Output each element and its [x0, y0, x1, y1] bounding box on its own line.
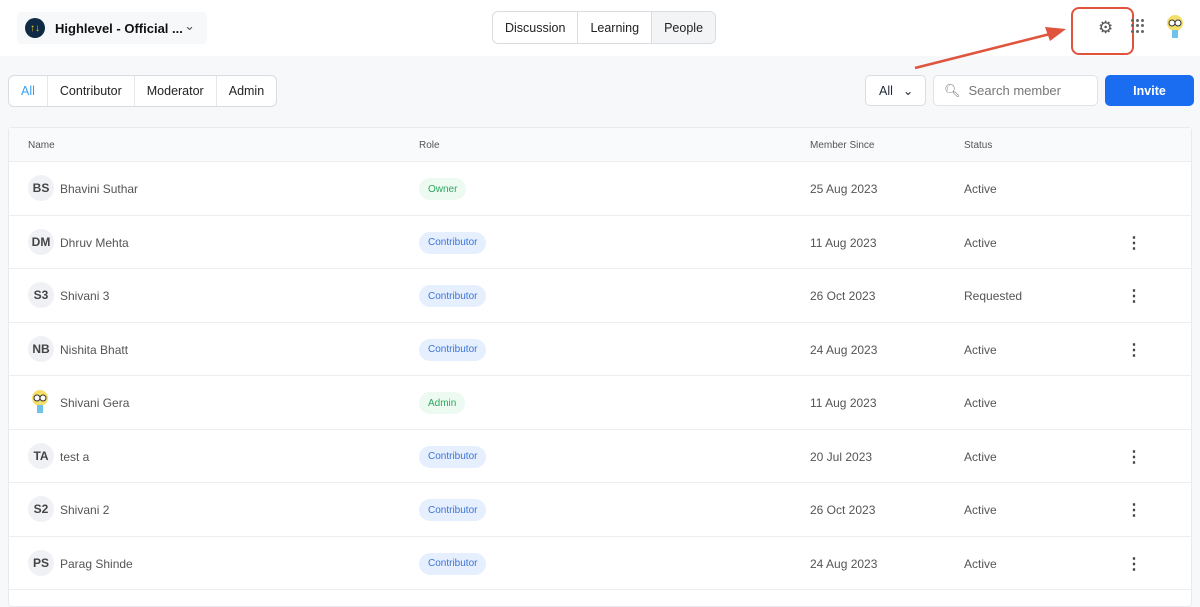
role-badge: Contributor	[419, 231, 487, 254]
role-badge: Contributor	[419, 285, 487, 307]
table-row[interactable]: NB Nishita Bhatt Contributor 24 Aug 2023 …	[9, 323, 1191, 376]
status-select[interactable]: All ⌄	[865, 75, 926, 106]
avatar: NB	[28, 335, 54, 362]
filter-admin[interactable]: Admin	[217, 76, 276, 106]
more-options-icon[interactable]: ⋮	[1126, 500, 1142, 520]
member-status: Active	[964, 449, 997, 464]
member-since: 24 Aug 2023	[810, 556, 878, 571]
member-status: Active	[964, 182, 997, 196]
member-name: Bhavini Suthar	[60, 182, 139, 196]
avatar: S3	[28, 282, 54, 308]
member-since: 11 Aug 2023	[810, 396, 877, 410]
member-since: 11 Aug 2023	[810, 235, 877, 250]
column-member-since: Member Since	[810, 140, 875, 151]
column-status: Status	[964, 140, 993, 151]
member-since: 25 Aug 2023	[810, 182, 878, 196]
member-name: Dhruv Mehta	[60, 235, 129, 250]
member-status: Active	[964, 503, 997, 517]
role-badge: Contributor	[419, 499, 487, 521]
status-select-value: All	[879, 83, 893, 98]
table-row[interactable]: PS Parag Shinde Contributor 24 Aug 2023 A…	[9, 537, 1191, 590]
avatar	[32, 390, 48, 413]
member-since: 24 Aug 2023	[810, 342, 878, 357]
role-badge: Contributor	[419, 338, 487, 361]
member-status: Active	[964, 556, 997, 571]
member-name: Nishita Bhatt	[60, 342, 129, 357]
column-role: Role	[419, 140, 440, 151]
table-row[interactable]: DM Dhruv Mehta Contributor 11 Aug 2023 Ac…	[9, 216, 1191, 269]
role-filter: All Contributor Moderator Admin	[8, 75, 278, 107]
member-status: Active	[964, 235, 997, 250]
member-status: Requested	[964, 289, 1023, 303]
avatar: BS	[28, 175, 54, 201]
avatar: S2	[28, 496, 54, 522]
table-row[interactable]: S2 Shivani 2 Contributor 26 Oct 2023 Acti…	[9, 483, 1191, 537]
table-row[interactable]: Shivani Gera Admin 11 Aug 2023 Active	[9, 376, 1191, 430]
role-badge: Admin	[419, 392, 466, 414]
more-options-icon[interactable]: ⋮	[1126, 340, 1142, 360]
role-badge: Owner	[419, 178, 467, 200]
avatar: DM	[28, 228, 54, 255]
member-since: 20 Jul 2023	[810, 449, 873, 464]
avatar: PS	[28, 549, 54, 576]
column-name: Name	[28, 140, 55, 151]
filter-contributor[interactable]: Contributor	[48, 76, 135, 106]
member-since: 26 Oct 2023	[810, 289, 876, 303]
more-options-icon[interactable]: ⋮	[1126, 286, 1142, 306]
search-input[interactable]: 🔍︎ Search member	[933, 75, 1098, 106]
member-name: Parag Shinde	[60, 556, 133, 571]
member-name: test a	[60, 449, 90, 464]
member-name: Shivani Gera	[60, 396, 130, 410]
role-badge: Contributor	[419, 445, 487, 468]
invite-button[interactable]: Invite	[1105, 75, 1194, 106]
member-name: Shivani 2	[60, 503, 110, 517]
avatar: TA	[28, 442, 54, 469]
search-icon: 🔍︎	[944, 82, 961, 98]
table-row[interactable]: S3 Shivani 3 Contributor 26 Oct 2023 Requ…	[9, 269, 1191, 323]
search-placeholder: Search member	[968, 83, 1061, 98]
role-badge: Contributor	[419, 552, 487, 575]
filter-all[interactable]: All	[9, 76, 48, 106]
table-row[interactable]: TA test a Contributor 20 Jul 2023 Active ⋮	[9, 430, 1191, 483]
table-row[interactable]: BS Bhavini Suthar Owner 25 Aug 2023 Activ…	[9, 162, 1191, 216]
more-options-icon[interactable]: ⋮	[1126, 447, 1142, 467]
member-status: Active	[964, 342, 997, 357]
table-header: Name Role Member Since Status	[9, 128, 1191, 162]
member-name: Shivani 3	[60, 289, 110, 303]
chevron-down-icon: ⌄	[902, 84, 914, 98]
more-options-icon[interactable]: ⋮	[1126, 554, 1142, 574]
filter-moderator[interactable]: Moderator	[135, 76, 217, 106]
more-options-icon[interactable]: ⋮	[1126, 233, 1142, 253]
members-table: Name Role Member Since Status BS Bhavini …	[8, 127, 1192, 607]
member-status: Active	[964, 396, 997, 410]
member-since: 26 Oct 2023	[810, 503, 876, 517]
